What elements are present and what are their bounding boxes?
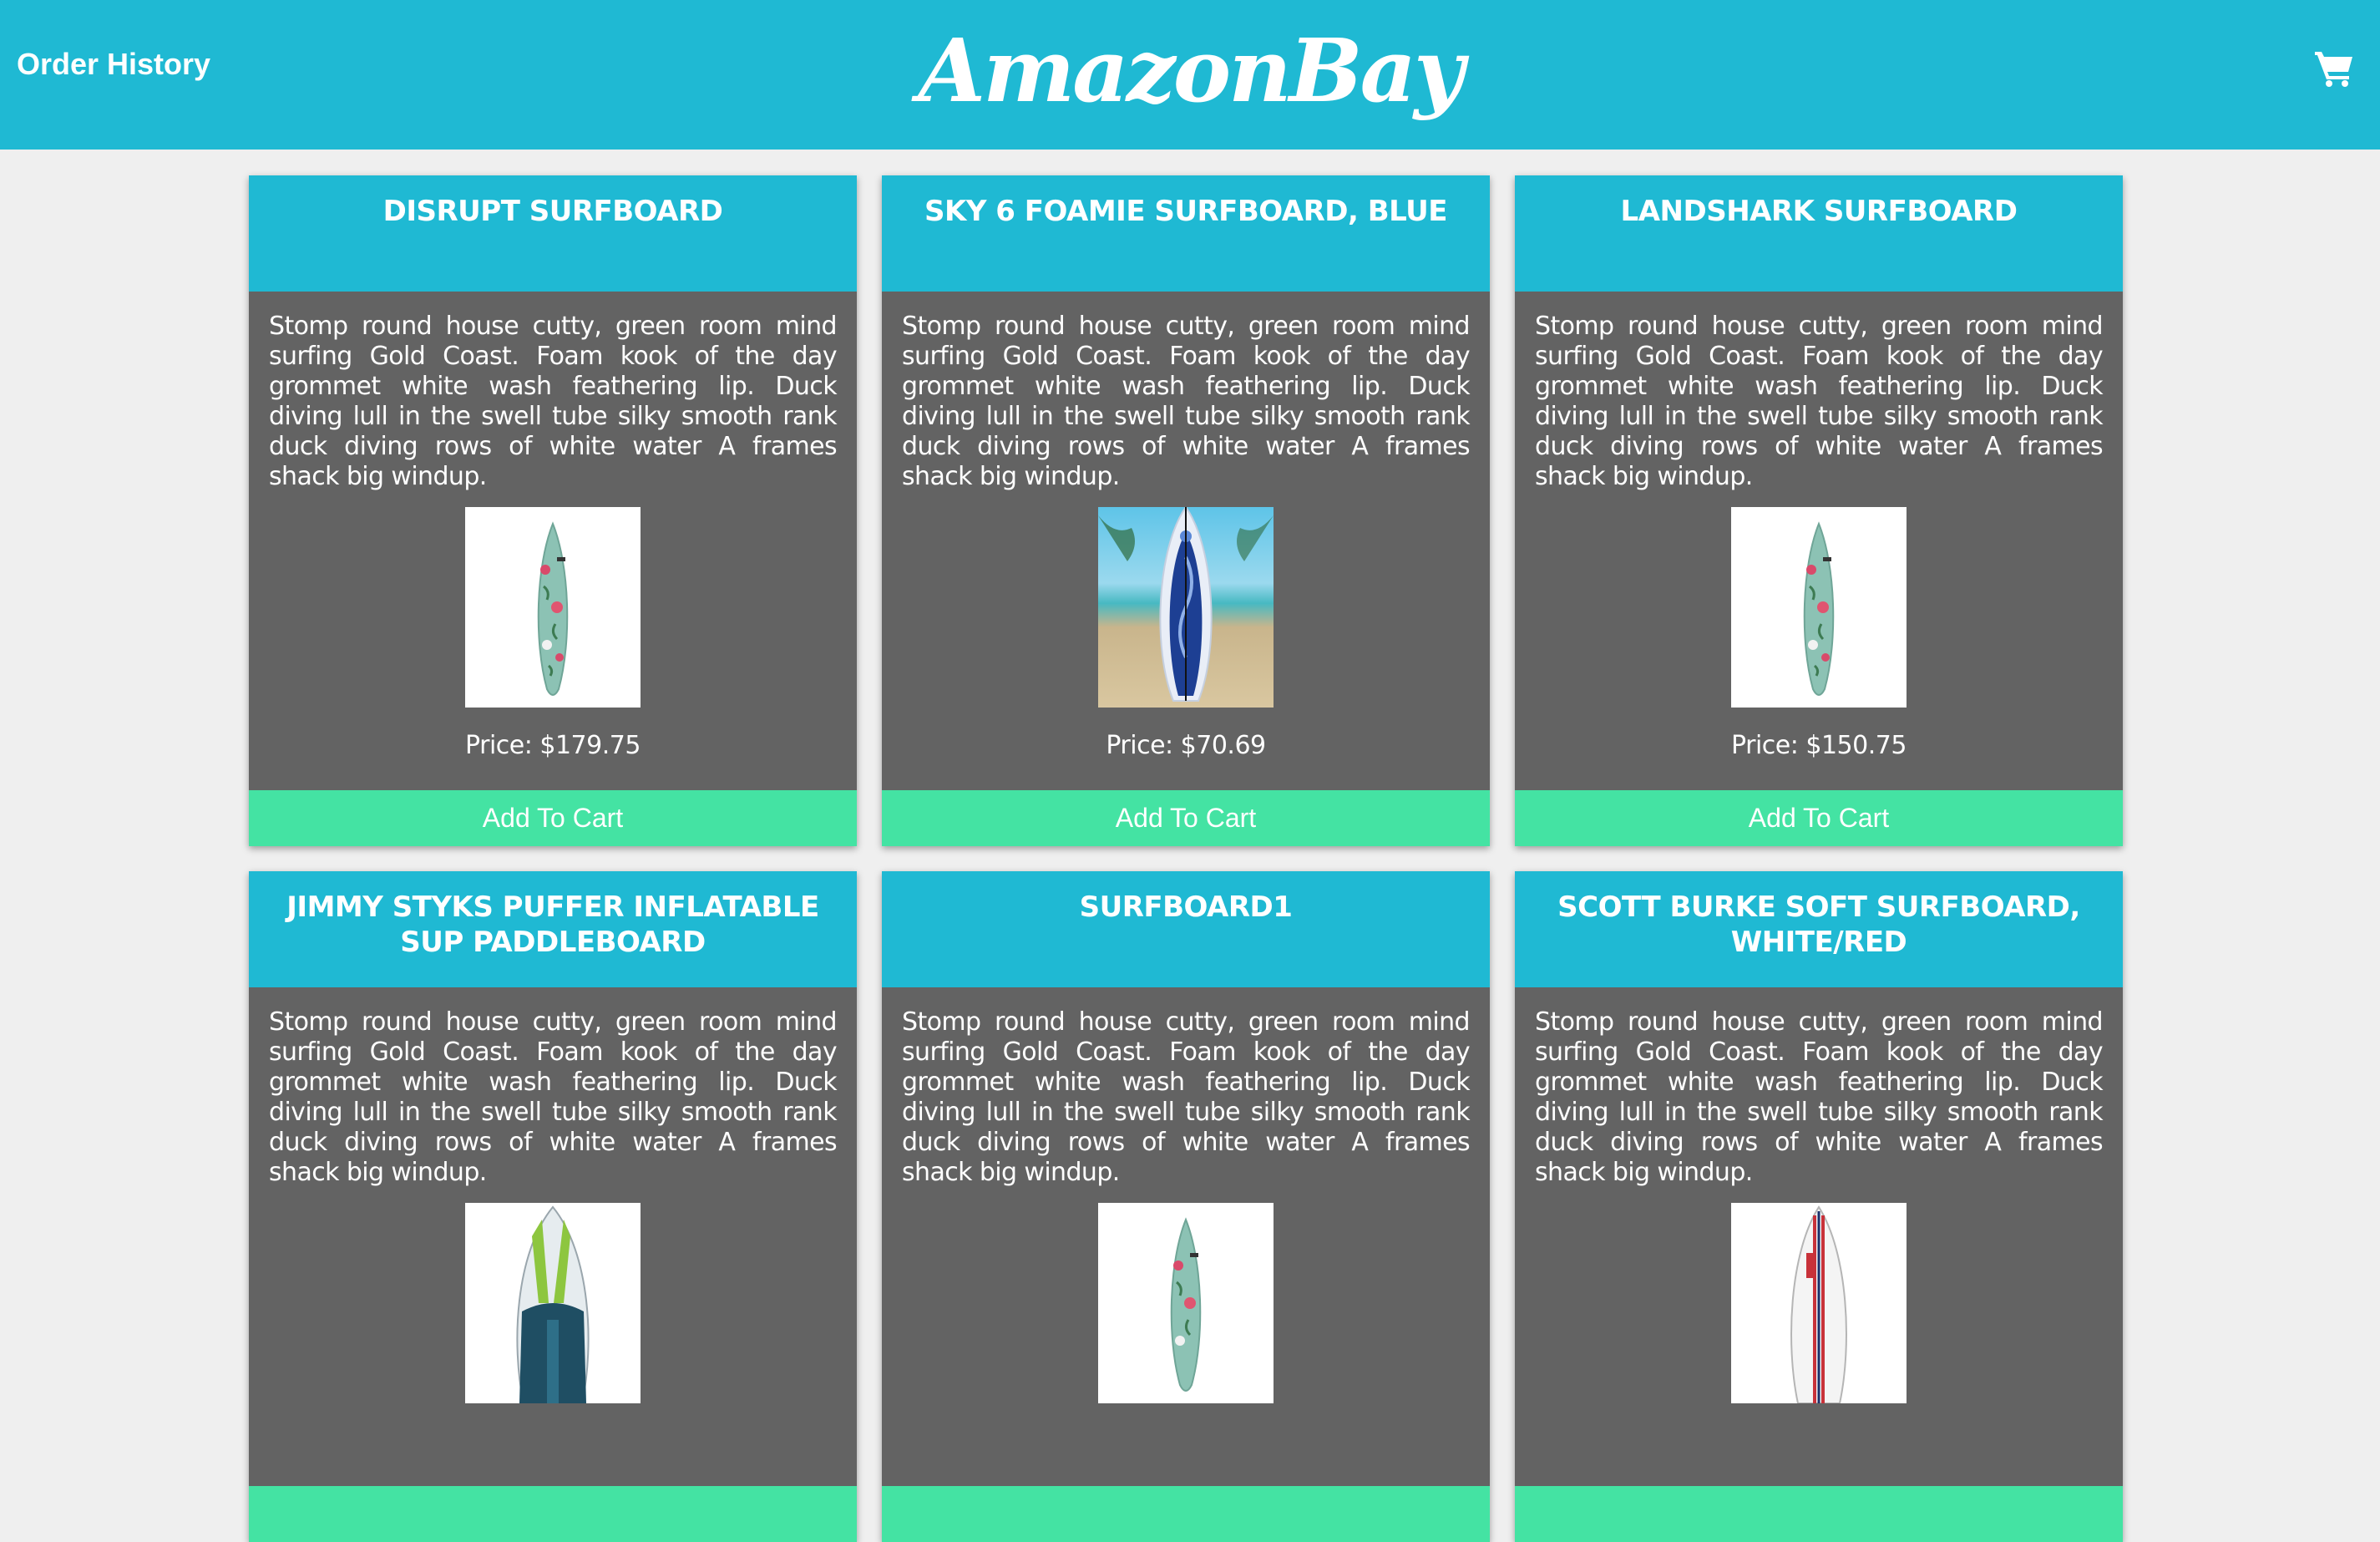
product-card: SCOTT BURKE SOFT SURFBOARD, WHITE/RED St…	[1515, 871, 2123, 1542]
product-card: SURFBOARD1 Stomp round house cutty, gree…	[882, 871, 1490, 1542]
add-to-cart-button[interactable]	[249, 1486, 857, 1542]
product-description: Stomp round house cutty, green room mind…	[269, 1007, 838, 1187]
product-title: SKY 6 FOAMIE SURFBOARD, BLUE	[882, 175, 1490, 292]
product-description: Stomp round house cutty, green room mind…	[902, 1007, 1471, 1187]
product-card: LANDSHARK SURFBOARD Stomp round house cu…	[1515, 175, 2123, 846]
floral-surfboard-image[interactable]	[465, 507, 641, 708]
product-price	[1515, 1427, 2123, 1463]
add-to-cart-button[interactable]: Add To Cart	[1515, 790, 2123, 846]
brand-logo[interactable]: AmazonBay	[0, 17, 2380, 125]
product-price: Price: $70.69	[1106, 731, 1266, 760]
blue-surfboard-image[interactable]	[1098, 507, 1274, 708]
product-title: SURFBOARD1	[882, 871, 1490, 987]
add-to-cart-button[interactable]: Add To Cart	[882, 790, 1490, 846]
product-title: LANDSHARK SURFBOARD	[1515, 175, 2123, 292]
product-title: SCOTT BURKE SOFT SURFBOARD, WHITE/RED	[1515, 871, 2123, 987]
product-description: Stomp round house cutty, green room mind…	[1535, 1007, 2104, 1187]
top-header: Order History AmazonBay	[0, 0, 2380, 150]
product-price	[249, 1427, 857, 1463]
product-card: DISRUPT SURFBOARD Stomp round house cutt…	[249, 175, 857, 846]
product-description: Stomp round house cutty, green room mind…	[902, 312, 1471, 491]
product-grid: DISRUPT SURFBOARD Stomp round house cutt…	[249, 175, 2124, 1542]
add-to-cart-button[interactable]	[1515, 1486, 2123, 1542]
product-title: DISRUPT SURFBOARD	[249, 175, 857, 292]
add-to-cart-button[interactable]: Add To Cart	[249, 790, 857, 846]
product-description: Stomp round house cutty, green room mind…	[269, 312, 838, 491]
product-price: Price: $179.75	[465, 731, 641, 760]
product-price: Price: $150.75	[1731, 731, 1907, 760]
product-description: Stomp round house cutty, green room mind…	[1535, 312, 2104, 491]
floral-surfboard-image[interactable]	[1098, 1203, 1274, 1403]
floral-surfboard-image[interactable]	[1731, 507, 1907, 708]
add-to-cart-button[interactable]	[882, 1486, 1490, 1542]
product-card: SKY 6 FOAMIE SURFBOARD, BLUE Stomp round…	[882, 175, 1490, 846]
product-title: JIMMY STYKS PUFFER INFLATABLE SUP PADDLE…	[249, 871, 857, 987]
product-card: JIMMY STYKS PUFFER INFLATABLE SUP PADDLE…	[249, 871, 857, 1542]
shopping-cart-icon[interactable]	[2313, 47, 2355, 89]
product-price	[882, 1427, 1490, 1463]
paddleboard-image[interactable]	[465, 1203, 641, 1403]
white-red-surfboard-image[interactable]	[1731, 1203, 1907, 1403]
